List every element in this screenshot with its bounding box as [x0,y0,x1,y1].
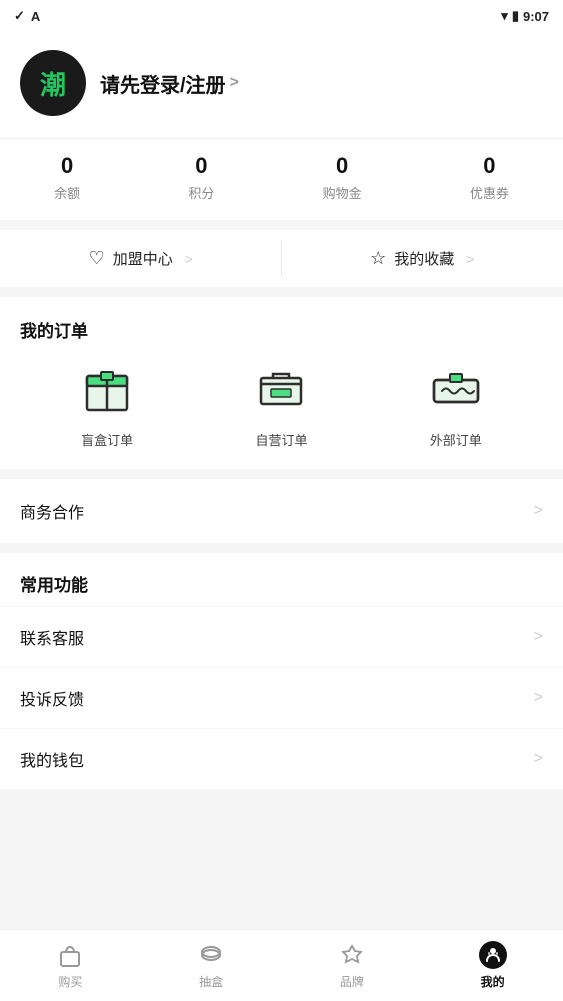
stats-row: 0 余额 0 积分 0 购物金 0 优惠券 [0,138,563,220]
alliance-arrow-icon: > [185,251,193,267]
my-orders-title: 我的订单 [20,317,543,342]
favorites-label: 我的收藏 [394,248,454,269]
draw-box-nav-label: 抽盒 [199,973,223,990]
business-cooperation-item[interactable]: 商务合作 > [0,479,563,543]
points-label: 积分 [188,183,214,202]
stat-points[interactable]: 0 积分 [188,153,214,202]
shopping-gold-number: 0 [336,153,348,179]
feedback-arrow-icon: > [534,689,543,707]
nav-item-brand[interactable]: 品牌 [282,941,423,990]
customer-service-label: 联系客服 [20,625,84,649]
quick-links: ♡ 加盟中心 > ☆ 我的收藏 > [0,230,563,287]
status-bar: ✓ A ▾ ▮ 9:07 [0,0,563,32]
wallet-item[interactable]: 我的钱包 > [0,728,563,789]
draw-box-icon [197,941,225,969]
login-link[interactable]: 请先登录/注册 > [100,69,239,98]
feedback-item[interactable]: 投诉反馈 > [0,667,563,728]
nav-item-shop[interactable]: 购买 [0,941,141,990]
balance-number: 0 [61,153,73,179]
nav-item-mine[interactable]: 我的 [422,941,563,990]
login-arrow: > [230,74,239,92]
order-icons-row: 盲盒订单 自营订单 [20,360,543,449]
login-text-label: 请先登录/注册 [100,69,226,98]
blind-box-order-label: 盲盒订单 [81,430,133,449]
wallet-arrow-icon: > [534,750,543,768]
common-functions-section: 常用功能 联系客服 > 投诉反馈 > 我的钱包 > [0,553,563,789]
self-operated-order-label: 自营订单 [255,430,307,449]
alliance-center-link[interactable]: ♡ 加盟中心 > [0,230,282,287]
external-order-item[interactable]: 外部订单 [426,360,486,449]
shop-icon [56,941,84,969]
coupons-number: 0 [483,153,495,179]
stat-balance[interactable]: 0 余额 [54,153,80,202]
business-cooperation-section: 商务合作 > [0,479,563,543]
bottom-nav: 购买 抽盒 品牌 [0,929,563,1001]
my-orders-section: 我的订单 盲盒订单 [0,297,563,469]
points-number: 0 [195,153,207,179]
brand-nav-label: 品牌 [340,973,364,990]
stat-coupons[interactable]: 0 优惠券 [470,153,509,202]
customer-service-item[interactable]: 联系客服 > [0,606,563,667]
feedback-label: 投诉反馈 [20,686,84,710]
coupons-label: 优惠券 [470,183,509,202]
battery-icon: ▮ [512,8,519,24]
blind-box-order-item[interactable]: 盲盒订单 [77,360,137,449]
self-operated-order-icon [251,360,311,420]
favorites-link[interactable]: ☆ 我的收藏 > [282,230,563,287]
check-icon: ✓ [14,8,25,24]
time-display: 9:07 [523,9,549,24]
status-left: ✓ A [14,8,40,24]
alliance-center-label: 加盟中心 [113,248,173,269]
mine-nav-label: 我的 [481,973,505,990]
stat-shopping-gold[interactable]: 0 购物金 [323,153,362,202]
shopping-gold-label: 购物金 [323,183,362,202]
avatar[interactable]: 潮 [20,50,86,116]
shop-nav-label: 购买 [58,973,82,990]
profile-section: 潮 请先登录/注册 > [0,32,563,138]
self-operated-order-item[interactable]: 自营订单 [251,360,311,449]
star-icon: ☆ [370,248,386,269]
brand-icon [338,941,366,969]
business-cooperation-arrow-icon: > [534,502,543,520]
wallet-label: 我的钱包 [20,747,84,771]
customer-service-arrow-icon: > [534,628,543,646]
external-order-label: 外部订单 [430,430,482,449]
favorites-arrow-icon: > [466,251,474,267]
external-order-icon [426,360,486,420]
nav-item-draw-box[interactable]: 抽盒 [141,941,282,990]
wifi-icon: ▾ [501,8,508,24]
avatar-text: 潮 [40,65,66,102]
a-icon: A [31,9,40,24]
balance-label: 余额 [54,183,80,202]
blind-box-order-icon [77,360,137,420]
heart-icon: ♡ [89,248,105,269]
mine-icon [479,941,507,969]
business-cooperation-label: 商务合作 [20,499,84,523]
status-right: ▾ ▮ 9:07 [501,8,549,24]
common-functions-title: 常用功能 [0,553,563,606]
